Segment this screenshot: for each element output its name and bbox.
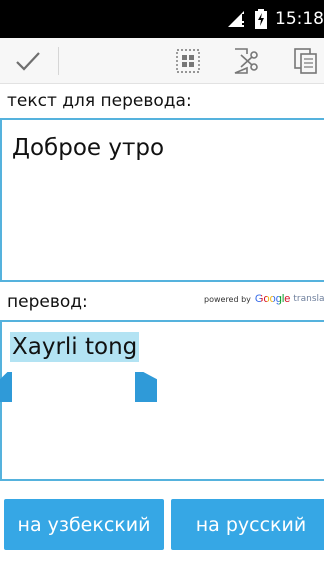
status-icons: 15:18 [228, 8, 324, 30]
result-text-area[interactable]: Xayrli tong [0, 320, 324, 481]
checkmark-icon [16, 52, 40, 71]
copy-button[interactable] [288, 38, 324, 84]
translate-to-uzbek-button[interactable]: на узбекский [4, 499, 164, 550]
select-all-button[interactable] [170, 38, 206, 84]
action-bar-divider [58, 47, 59, 75]
battery-charging-icon [255, 9, 267, 29]
result-text-selected[interactable]: Xayrli tong [10, 332, 140, 362]
source-text-input[interactable]: Доброе утро [0, 118, 324, 282]
google-wordmark: Google [254, 293, 291, 305]
action-bar [0, 38, 324, 84]
translate-to-russian-button[interactable]: на русский [171, 499, 324, 550]
translate-word: translate [293, 294, 324, 304]
source-label: текст для перевода: [7, 91, 192, 111]
result-label: перевод: [7, 292, 88, 312]
powered-by-google-logo: powered by Google translate [204, 293, 324, 305]
select-all-icon [176, 49, 200, 73]
copy-icon [294, 48, 317, 74]
done-button[interactable] [10, 38, 46, 84]
status-bar: 15:18 [0, 0, 324, 38]
source-text: Доброе утро [12, 135, 165, 161]
cut-button[interactable] [228, 38, 266, 84]
cut-icon [234, 48, 258, 74]
signal-icon [228, 11, 244, 27]
status-clock: 15:18 [275, 9, 324, 29]
powered-by-text: powered by [204, 294, 251, 304]
